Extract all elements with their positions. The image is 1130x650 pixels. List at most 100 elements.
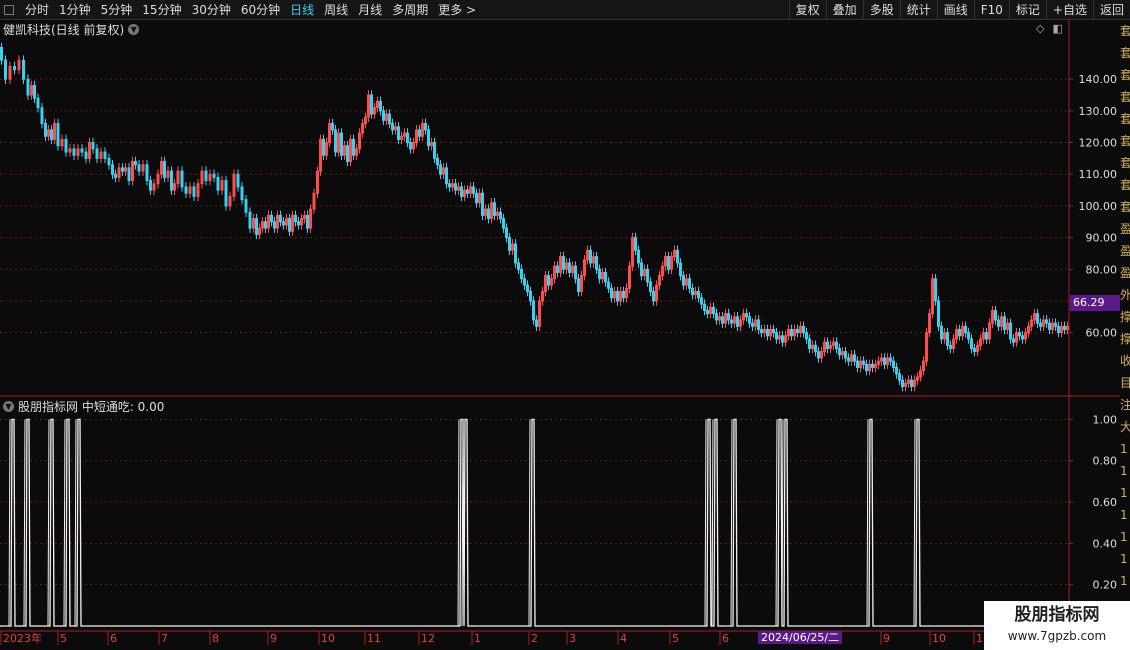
- watermark: 股朋指标网 www.7gpzb.com: [984, 601, 1130, 650]
- toolbar-button-2[interactable]: 多股: [862, 0, 900, 19]
- candle-body: [448, 183, 451, 188]
- toolbar-button-7[interactable]: +自选: [1045, 0, 1093, 19]
- indicator-spike: [8, 419, 11, 627]
- candle-body: [796, 328, 799, 334]
- candle-body: [255, 218, 258, 235]
- period-tab-0[interactable]: 分时: [20, 1, 54, 18]
- candle-body: [72, 148, 76, 156]
- candle-body: [248, 211, 252, 229]
- strip-char: 1: [1120, 486, 1128, 500]
- candle-body: [934, 278, 937, 302]
- strip-char: 撑: [1120, 310, 1130, 324]
- candle-body: [433, 142, 436, 159]
- candle-body: [445, 167, 448, 185]
- strip-char: 1: [1120, 464, 1128, 478]
- candle-body: [427, 129, 430, 147]
- candle-body: [736, 316, 739, 327]
- period-tab-7[interactable]: 周线: [319, 1, 353, 18]
- period-tab-3[interactable]: 15分钟: [137, 1, 186, 18]
- candle-body: [697, 290, 700, 299]
- candle-body: [706, 309, 709, 315]
- candle-body: [871, 363, 874, 368]
- time-tick-label: 2023年: [3, 631, 42, 645]
- time-tick-label: 1: [474, 632, 481, 645]
- indicator-tick-label: 1.00: [1093, 413, 1118, 426]
- time-tick-label: 7: [161, 632, 168, 645]
- candle-body: [80, 148, 84, 153]
- candle-body: [649, 281, 652, 292]
- time-tick-label: 12: [421, 632, 435, 645]
- diamond-icon[interactable]: ◇: [1036, 22, 1044, 35]
- candle-body: [589, 249, 592, 264]
- candle-body: [703, 303, 706, 311]
- indicator-tick-label: 0.20: [1093, 579, 1118, 592]
- toolbar-button-1[interactable]: 叠加: [825, 0, 863, 19]
- candle-body: [121, 167, 124, 172]
- period-tab-2[interactable]: 5分钟: [96, 1, 138, 18]
- indicator-tick-label: 0.60: [1093, 496, 1118, 509]
- candle-body: [574, 265, 577, 280]
- time-tick-label: 6: [722, 632, 729, 645]
- toolbar-button-4[interactable]: 画线: [936, 0, 974, 19]
- candle-body: [1012, 338, 1015, 343]
- candle-body: [481, 192, 484, 216]
- candle-body: [44, 123, 47, 137]
- indicator-spike: [457, 419, 460, 627]
- toolbar-button-5[interactable]: F10: [973, 0, 1009, 19]
- candle-body: [817, 351, 820, 359]
- period-tab-9[interactable]: 多周期: [387, 1, 433, 18]
- price-tick-label: 60.00: [1086, 327, 1118, 340]
- chevron-down-icon[interactable]: ▼: [128, 24, 140, 35]
- indicator-spike: [775, 419, 778, 627]
- candle-body: [760, 328, 763, 334]
- indicator-spike: [23, 419, 26, 627]
- price-tick-label: 140.00: [1079, 73, 1118, 86]
- time-tick-label: 1: [976, 632, 983, 645]
- candle-body: [967, 332, 970, 340]
- strip-char: 套: [1120, 68, 1130, 82]
- period-tab-10[interactable]: 更多 >: [433, 1, 481, 18]
- strip-char: 收: [1120, 354, 1130, 368]
- candle-body: [294, 214, 297, 223]
- candle-body: [646, 268, 649, 283]
- candle-body: [946, 332, 949, 346]
- candle-body: [802, 325, 805, 334]
- candle-body: [730, 319, 733, 324]
- indicator-spike: [47, 419, 50, 627]
- candle-body: [910, 379, 913, 387]
- toolbar-button-3[interactable]: 统计: [899, 0, 937, 19]
- candle-body: [493, 202, 496, 216]
- candle-body: [170, 170, 173, 191]
- candle-body: [865, 363, 868, 372]
- strip-char: 1: [1120, 442, 1128, 456]
- period-tab-1[interactable]: 1分钟: [54, 1, 96, 18]
- candle-body: [901, 379, 904, 387]
- indicator-spike: [528, 419, 531, 627]
- window-icon[interactable]: ◧: [1052, 22, 1062, 35]
- candle-body: [50, 129, 53, 140]
- period-tab-4[interactable]: 30分钟: [187, 1, 236, 18]
- candle-body: [472, 186, 475, 194]
- period-tab-6[interactable]: 日线: [285, 1, 319, 18]
- toolbar-button-6[interactable]: 标记: [1008, 0, 1046, 19]
- chart-canvas[interactable]: 60.0070.0080.0090.00100.00110.00120.0013…: [0, 0, 1130, 650]
- candle-body: [727, 313, 730, 321]
- candle-body: [424, 123, 427, 131]
- candle-body: [91, 142, 95, 150]
- candle-body: [844, 351, 847, 359]
- indicator-spike: [704, 419, 707, 627]
- candle-body: [264, 221, 267, 229]
- period-tab-8[interactable]: 月线: [353, 1, 387, 18]
- candle-body: [212, 173, 216, 178]
- candle-body: [529, 290, 532, 302]
- candle-body: [964, 325, 967, 334]
- chevron-down-icon[interactable]: ▼: [3, 401, 14, 412]
- candle-body: [436, 157, 439, 166]
- period-tab-5[interactable]: 60分钟: [236, 1, 285, 18]
- panel-toggle-icon[interactable]: [4, 4, 14, 15]
- toolbar-button-8[interactable]: 返回: [1092, 0, 1130, 19]
- candle-body: [700, 297, 703, 305]
- candle-body: [856, 360, 859, 368]
- time-tick-label: 5: [60, 632, 67, 645]
- toolbar-button-0[interactable]: 复权: [788, 0, 826, 19]
